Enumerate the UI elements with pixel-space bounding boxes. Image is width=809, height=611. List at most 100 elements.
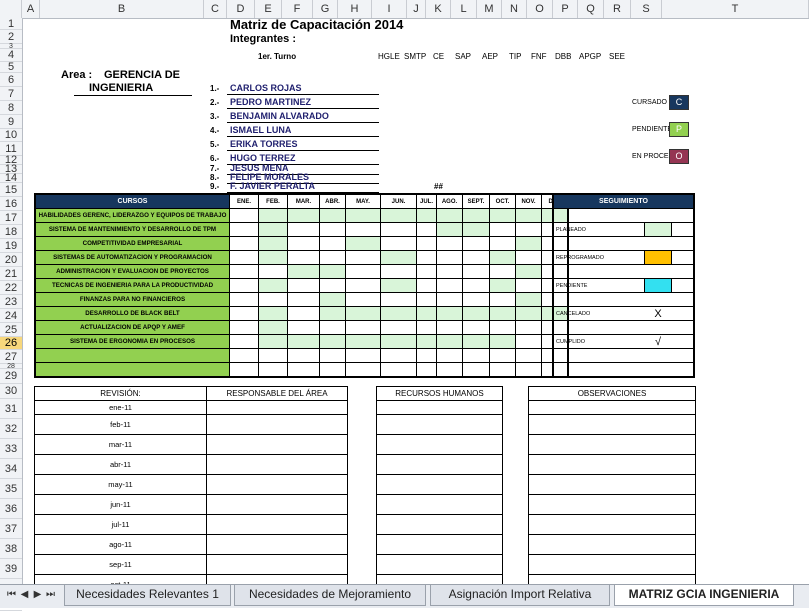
review-cell[interactable] [376,454,503,475]
next-sheet-icon[interactable]: ▶ [32,589,43,600]
course-month-cell[interactable] [462,348,490,363]
course-month-cell[interactable] [380,292,417,307]
course-month-cell[interactable] [258,264,288,279]
column-header-N[interactable]: N [502,0,527,18]
review-cell[interactable] [376,534,503,555]
course-month-cell[interactable] [416,292,437,307]
review-cell[interactable] [528,534,696,555]
review-cell[interactable]: jun-11 [34,494,207,515]
row-header-20[interactable]: 20 [0,253,22,267]
course-month-cell[interactable] [489,362,516,378]
course-month-cell[interactable] [229,306,259,321]
row-header-24[interactable]: 24 [0,309,22,323]
course-month-cell[interactable] [287,306,320,321]
review-cell[interactable] [206,574,348,584]
course-month-cell[interactable] [229,222,259,237]
course-month-cell[interactable] [462,208,490,223]
worksheet-area[interactable]: Matriz de Capacitación 2014 Integrantes … [22,18,809,584]
course-month-cell[interactable] [436,222,463,237]
course-name[interactable]: ACTUALIZACION DE APQP Y AMEF [34,320,230,335]
course-month-cell[interactable] [287,208,320,223]
first-sheet-icon[interactable]: ⏮ [6,589,17,600]
course-month-cell[interactable] [489,334,516,349]
review-cell[interactable] [528,574,696,584]
course-month-cell[interactable] [345,362,381,378]
course-month-cell[interactable] [258,362,288,378]
review-cell[interactable] [206,474,348,495]
course-name[interactable]: FINANZAS PARA NO FINANCIEROS [34,292,230,307]
row-header-16[interactable]: 16 [0,197,22,211]
course-month-cell[interactable] [258,250,288,265]
course-month-cell[interactable] [462,362,490,378]
course-month-cell[interactable] [436,278,463,293]
course-month-cell[interactable] [345,264,381,279]
course-month-cell[interactable] [416,208,437,223]
course-month-cell[interactable] [489,292,516,307]
course-month-cell[interactable] [489,250,516,265]
course-month-cell[interactable] [345,278,381,293]
review-cell[interactable] [376,554,503,575]
row-header-21[interactable]: 21 [0,267,22,281]
course-name[interactable]: COMPETITIVIDAD EMPRESARIAL [34,236,230,251]
course-month-cell[interactable] [319,264,346,279]
review-cell[interactable]: ago-11 [34,534,207,555]
review-cell[interactable] [206,434,348,455]
course-month-cell[interactable] [436,292,463,307]
row-header-30[interactable]: 30 [0,384,22,399]
course-month-cell[interactable] [416,334,437,349]
course-name[interactable]: SISTEMA DE MANTENIMIENTO Y DESARROLLO DE… [34,222,230,237]
course-month-cell[interactable] [229,208,259,223]
review-cell[interactable]: mar-11 [34,434,207,455]
review-cell[interactable] [206,494,348,515]
course-month-cell[interactable] [258,348,288,363]
course-month-cell[interactable] [258,334,288,349]
row-header-29[interactable]: 29 [0,369,22,384]
course-month-cell[interactable] [462,250,490,265]
row-header-2[interactable]: 2 [0,30,22,44]
row-header-7[interactable]: 7 [0,87,22,101]
review-cell[interactable] [528,434,696,455]
column-header-B[interactable]: B [40,0,204,18]
review-cell[interactable] [206,514,348,535]
course-month-cell[interactable] [489,320,516,335]
course-month-cell[interactable] [287,348,320,363]
course-month-cell[interactable] [258,278,288,293]
course-month-cell[interactable] [515,292,542,307]
row-header-32[interactable]: 32 [0,419,22,439]
column-header-R[interactable]: R [604,0,631,18]
course-month-cell[interactable] [436,362,463,378]
course-month-cell[interactable] [416,264,437,279]
review-cell[interactable] [528,494,696,515]
course-month-cell[interactable] [380,278,417,293]
course-month-cell[interactable] [489,306,516,321]
sheet-tab[interactable]: Necesidades Relevantes 1 [64,585,231,606]
course-month-cell[interactable] [345,348,381,363]
review-cell[interactable] [376,474,503,495]
row-header-38[interactable]: 38 [0,539,22,559]
review-cell[interactable]: sep-11 [34,554,207,575]
column-header-P[interactable]: P [553,0,578,18]
course-month-cell[interactable] [319,222,346,237]
review-cell[interactable] [528,414,696,435]
course-month-cell[interactable] [416,320,437,335]
course-month-cell[interactable] [319,208,346,223]
course-month-cell[interactable] [380,236,417,251]
row-header-22[interactable]: 22 [0,281,22,295]
course-month-cell[interactable] [436,236,463,251]
column-header-E[interactable]: E [255,0,282,18]
course-month-cell[interactable] [287,320,320,335]
course-month-cell[interactable] [229,236,259,251]
course-month-cell[interactable] [287,250,320,265]
course-month-cell[interactable] [345,320,381,335]
row-header-9[interactable]: 9 [0,115,22,129]
review-cell[interactable] [206,454,348,475]
course-month-cell[interactable] [462,236,490,251]
course-month-cell[interactable] [229,250,259,265]
review-cell[interactable]: jul-11 [34,514,207,535]
course-month-cell[interactable] [436,264,463,279]
course-name[interactable]: TECNICAS DE INGENIERIA PARA LA PRODUCTIV… [34,278,230,293]
course-month-cell[interactable] [515,348,542,363]
course-month-cell[interactable] [416,362,437,378]
review-cell[interactable] [206,414,348,435]
row-header-14[interactable]: 14 [0,173,22,184]
